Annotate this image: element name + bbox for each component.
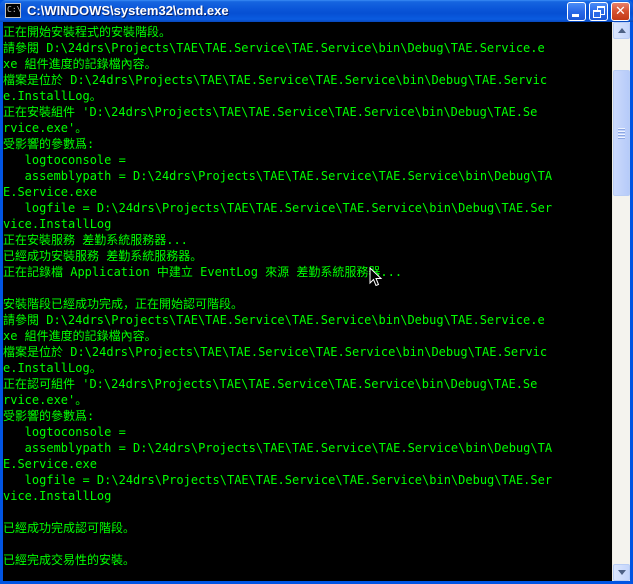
app-icon-glyph: C:\ [7,5,22,14]
thumb-grip-icon [618,137,625,139]
console-line: 正在安裝服務 差勤系統服務器... [3,233,188,247]
console-line: logtoconsole = [3,425,126,439]
console-line: rvice.exe'。 [3,393,88,407]
console-line: 正在記錄檔 Application 中建立 EventLog 來源 差勤系統服務… [3,265,403,279]
console-line: vice.InstallLog [3,489,112,503]
close-button[interactable]: ✕ [611,2,630,21]
console-line: 正在開始安裝程式的安裝階段。 [3,25,172,39]
minimize-icon [572,14,579,17]
console-line: E.Service.exe [3,185,97,199]
close-icon: ✕ [615,4,626,19]
console-window: C:\ C:\WINDOWS\system32\cmd.exe ✕ 正在開始安裝… [0,0,633,584]
console-line: 受影響的參數爲: [3,137,95,151]
console-line: 已經完成交易性的安裝。 [3,553,136,567]
console-line: e.InstallLog。 [3,89,102,103]
scroll-up-arrow-icon [618,28,626,33]
console-line: 正在安裝組件 'D:\24drs\Projects\TAE\TAE.Servic… [3,105,538,119]
console-line: e.InstallLog。 [3,361,102,375]
scroll-down-arrow-icon [618,570,626,575]
mouse-pointer-icon [369,267,383,287]
console-line: logtoconsole = [3,153,126,167]
scroll-thumb[interactable] [613,70,630,196]
console-line: xe 組件進度的記錄檔內容。 [3,329,157,343]
title-bar[interactable]: C:\ C:\WINDOWS\system32\cmd.exe ✕ [0,0,633,22]
restore-button[interactable] [589,2,608,21]
scroll-down-button[interactable] [613,564,630,581]
console-line: rvice.exe'。 [3,121,88,135]
console-line: assemblypath = D:\24drs\Projects\TAE\TAE… [3,441,553,455]
console-app-icon[interactable]: C:\ [5,3,21,18]
console-line: 請參閱 D:\24drs\Projects\TAE\TAE.Service\TA… [3,41,545,55]
thumb-grip-icon [618,128,625,130]
console-line: E.Service.exe [3,457,97,471]
console-line: assemblypath = D:\24drs\Projects\TAE\TAE… [3,169,553,183]
console-line: 受影響的參數爲: [3,409,95,423]
console-line: 安裝階段已經成功完成，正在開始認可階段。 [3,297,244,311]
console-line: 已經成功完成認可階段。 [3,521,136,535]
scroll-up-button[interactable] [613,22,630,39]
console-line: 已經成功安裝服務 差勤系統服務器。 [3,249,203,263]
console-output[interactable]: 正在開始安裝程式的安裝階段。請參閱 D:\24drs\Projects\TAE\… [3,22,612,581]
console-line: 檔案是位於 D:\24drs\Projects\TAE\TAE.Service\… [3,345,548,359]
console-line: 請參閱 D:\24drs\Projects\TAE\TAE.Service\TA… [3,313,545,327]
window-title: C:\WINDOWS\system32\cmd.exe [27,3,229,18]
restore-icon [593,6,605,18]
console-line: logfile = D:\24drs\Projects\TAE\TAE.Serv… [3,473,553,487]
console-line: logfile = D:\24drs\Projects\TAE\TAE.Serv… [3,201,553,215]
minimize-button[interactable] [567,2,586,21]
console-line: vice.InstallLog [3,217,112,231]
console-line: 檔案是位於 D:\24drs\Projects\TAE\TAE.Service\… [3,73,548,87]
thumb-grip-icon [618,134,625,136]
console-line: 正在認可組件 'D:\24drs\Projects\TAE\TAE.Servic… [3,377,538,391]
thumb-grip-icon [618,131,625,133]
vertical-scrollbar[interactable] [612,22,630,581]
console-line: xe 組件進度的記錄檔內容。 [3,57,157,71]
